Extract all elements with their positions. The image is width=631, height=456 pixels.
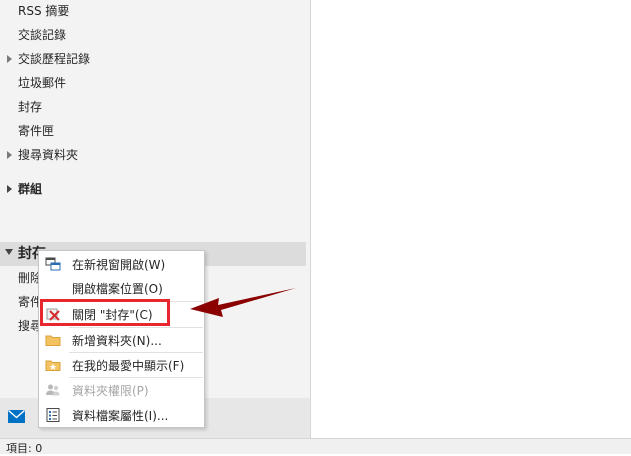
mail-icon[interactable] [8,410,25,423]
expand-arrow-icon[interactable] [7,151,12,159]
expand-arrow-icon[interactable] [7,185,12,193]
permissions-icon [46,384,60,396]
new-window-icon [45,257,61,271]
folder-icon [45,335,61,346]
collapse-arrow-icon[interactable] [5,249,13,255]
favorite-folder-icon [45,360,61,371]
menu-open-new-window[interactable]: 在新視窗開啟(W) [39,252,204,276]
menu-show-in-favorites[interactable]: 在我的最愛中顯示(F) [39,353,204,377]
menu-data-file-properties[interactable]: 資料檔案屬性(I)... [39,403,204,427]
menu-open-file-location[interactable]: 開啟檔案位置(O) [39,276,204,300]
menu-new-folder[interactable]: 新增資料夾(N)... [39,328,204,352]
message-list-pane [311,0,631,438]
archive-child-sent[interactable]: 寄件 [18,292,40,312]
archive-child-search[interactable]: 搜尋 [18,316,40,336]
archive-child-deleted[interactable]: 刪除 [18,268,40,288]
highlight-box [40,299,170,326]
properties-icon [46,408,60,422]
status-bar: 項目: 0 [0,438,631,455]
context-menu: 在新視窗開啟(W) 開啟檔案位置(O) 關閉 "封存"(C) 新增資料夾(N).… [38,250,205,428]
menu-folder-permissions[interactable]: 資料夾權限(P) [39,378,204,402]
expand-arrow-icon[interactable] [7,55,12,63]
